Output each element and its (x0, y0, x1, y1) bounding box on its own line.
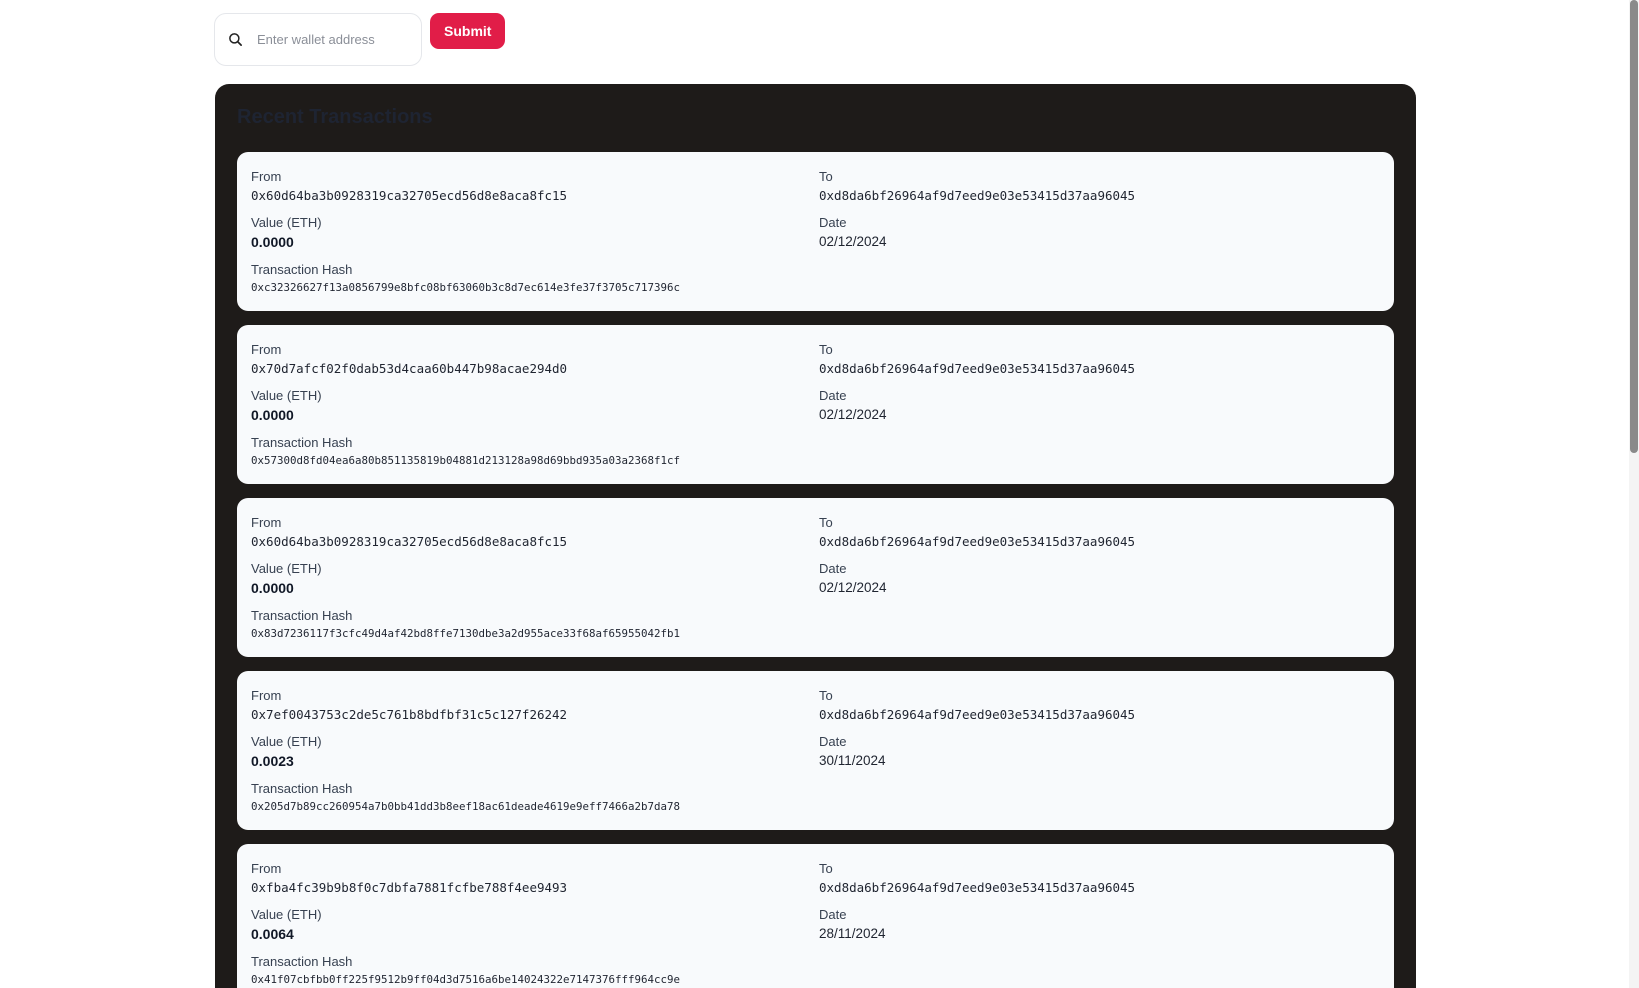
panel-title: Recent Transactions (237, 106, 433, 128)
hash-label: Transaction Hash (251, 608, 353, 623)
transaction-date: 02/12/2024 (819, 234, 887, 249)
value-label: Value (ETH) (251, 215, 322, 230)
transaction-hash: 0xc32326627f13a0856799e8bfc08bf63060b3c8… (251, 281, 681, 294)
recent-transactions-panel: Recent Transactions From 0x60d64ba3b0928… (215, 84, 1416, 988)
transaction-hash: 0x57300d8fd04ea6a80b851135819b04881d2131… (251, 454, 681, 467)
search-icon (227, 32, 243, 48)
to-label: To (819, 515, 833, 530)
transaction-date: 28/11/2024 (819, 926, 886, 941)
wallet-search-box[interactable] (214, 13, 422, 66)
hash-label: Transaction Hash (251, 435, 353, 450)
transaction-date: 02/12/2024 (819, 580, 887, 595)
transaction-card: From 0x7ef0043753c2de5c761b8bdfbf31c5c12… (237, 671, 1394, 830)
from-address: 0x60d64ba3b0928319ca32705ecd56d8e8aca8fc… (251, 188, 568, 203)
to-address: 0xd8da6bf26964af9d7eed9e03e53415d37aa960… (819, 361, 1136, 376)
from-label: From (251, 342, 282, 357)
transaction-date: 02/12/2024 (819, 407, 887, 422)
transaction-hash: 0x41f07cbfbb0ff225f9512b9ff04d3d7516a6be… (251, 973, 681, 986)
from-label: From (251, 515, 282, 530)
transaction-date: 30/11/2024 (819, 753, 886, 768)
date-label: Date (819, 907, 847, 922)
transaction-card: From 0x60d64ba3b0928319ca32705ecd56d8e8a… (237, 498, 1394, 657)
date-label: Date (819, 215, 847, 230)
from-address: 0x70d7afcf02f0dab53d4caa60b447b98acae294… (251, 361, 568, 376)
from-label: From (251, 688, 282, 703)
to-label: To (819, 861, 833, 876)
date-label: Date (819, 734, 847, 749)
page-scrollbar[interactable] (1629, 0, 1639, 988)
value-label: Value (ETH) (251, 734, 322, 749)
transaction-hash: 0x205d7b89cc260954a7b0bb41dd3b8eef18ac61… (251, 800, 681, 813)
transaction-card: From 0x60d64ba3b0928319ca32705ecd56d8e8a… (237, 152, 1394, 311)
from-label: From (251, 169, 282, 184)
page: Submit Recent Transactions From 0x60d64b… (0, 0, 1639, 988)
value-label: Value (ETH) (251, 561, 322, 576)
transaction-card: From 0xfba4fc39b9b8f0c7dbfa7881fcfbe788f… (237, 844, 1394, 988)
search-bar: Submit (214, 13, 506, 66)
from-address: 0xfba4fc39b9b8f0c7dbfa7881fcfbe788f4ee94… (251, 880, 568, 895)
to-label: To (819, 169, 833, 184)
value-label: Value (ETH) (251, 388, 322, 403)
scrollbar-thumb[interactable] (1630, 0, 1638, 453)
eth-value: 0.0000 (251, 234, 294, 250)
hash-label: Transaction Hash (251, 262, 353, 277)
transaction-card: From 0x70d7afcf02f0dab53d4caa60b447b98ac… (237, 325, 1394, 484)
transaction-list: From 0x60d64ba3b0928319ca32705ecd56d8e8a… (237, 152, 1394, 988)
from-label: From (251, 861, 282, 876)
date-label: Date (819, 388, 847, 403)
eth-value: 0.0000 (251, 407, 294, 423)
date-label: Date (819, 561, 847, 576)
to-address: 0xd8da6bf26964af9d7eed9e03e53415d37aa960… (819, 707, 1136, 722)
to-label: To (819, 342, 833, 357)
value-label: Value (ETH) (251, 907, 322, 922)
from-address: 0x7ef0043753c2de5c761b8bdfbf31c5c127f262… (251, 707, 568, 722)
hash-label: Transaction Hash (251, 781, 353, 796)
to-address: 0xd8da6bf26964af9d7eed9e03e53415d37aa960… (819, 188, 1136, 203)
eth-value: 0.0064 (251, 926, 294, 942)
to-address: 0xd8da6bf26964af9d7eed9e03e53415d37aa960… (819, 534, 1136, 549)
hash-label: Transaction Hash (251, 954, 353, 969)
wallet-address-input[interactable] (257, 32, 407, 47)
to-address: 0xd8da6bf26964af9d7eed9e03e53415d37aa960… (819, 880, 1136, 895)
to-label: To (819, 688, 833, 703)
submit-button[interactable]: Submit (430, 13, 506, 49)
eth-value: 0.0023 (251, 753, 294, 769)
eth-value: 0.0000 (251, 580, 294, 596)
transaction-hash: 0x83d7236117f3cfc49d4af42bd8ffe7130dbe3a… (251, 627, 681, 640)
from-address: 0x60d64ba3b0928319ca32705ecd56d8e8aca8fc… (251, 534, 568, 549)
